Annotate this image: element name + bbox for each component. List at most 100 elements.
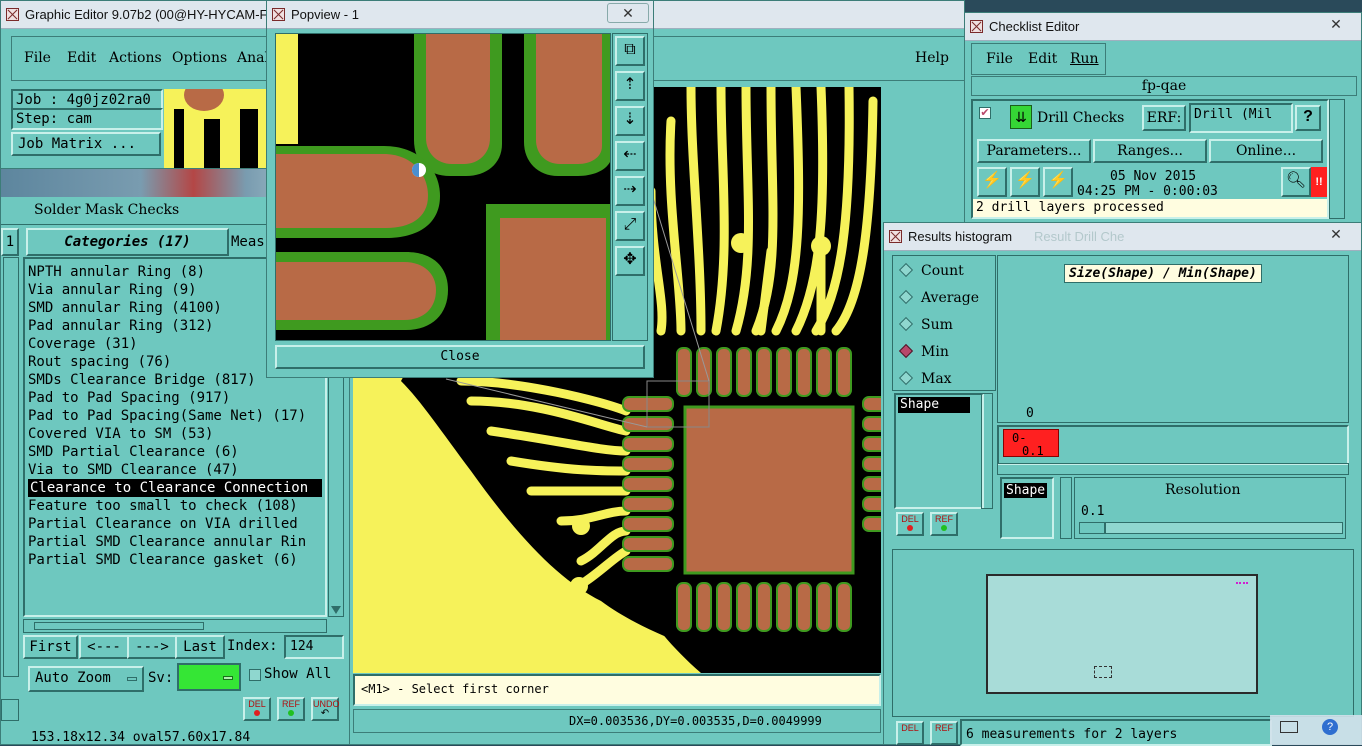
- shape-field[interactable]: Shape: [1000, 477, 1054, 539]
- radio-sum[interactable]: Sum: [898, 316, 953, 333]
- checklist-scrollbar[interactable]: [1329, 99, 1345, 219]
- zoom-out-icon[interactable]: ✥: [615, 246, 645, 276]
- left-scrollbar-v[interactable]: [3, 257, 19, 677]
- category-item[interactable]: NPTH annular Ring (8): [28, 263, 205, 281]
- category-item[interactable]: SMDs Clearance Bridge (817): [28, 371, 256, 389]
- app-icon: [889, 230, 902, 243]
- radio-min[interactable]: Min: [898, 343, 949, 360]
- app-icon: [970, 20, 983, 33]
- resolution-slider[interactable]: [1079, 522, 1343, 534]
- erf-field[interactable]: Drill (Mil: [1189, 103, 1293, 133]
- zoom-results-icon[interactable]: 🔍︎: [1281, 167, 1311, 197]
- checklist-titlebar: Checklist Editor ✕: [965, 13, 1361, 41]
- slider-thumb[interactable]: [1080, 523, 1106, 533]
- histogram-del-button[interactable]: DEL: [896, 512, 924, 536]
- shape-field-scrollbar[interactable]: [1060, 477, 1072, 539]
- checklist-menu-run[interactable]: Run: [1070, 51, 1099, 67]
- check-enabled-checkbox[interactable]: ✔: [979, 107, 991, 119]
- auto-zoom-dropdown[interactable]: Auto Zoom: [28, 666, 144, 692]
- resolution-value: 0.1: [1081, 504, 1105, 519]
- tab-meas[interactable]: Meas: [231, 234, 265, 250]
- help-button[interactable]: ?: [1295, 105, 1321, 131]
- run-all-icon[interactable]: ⚡: [1010, 167, 1040, 197]
- checklist-menu-edit[interactable]: Edit: [1028, 51, 1057, 67]
- del-button[interactable]: DEL: [243, 697, 271, 721]
- ranges-button[interactable]: Ranges...: [1093, 139, 1207, 163]
- undo-button[interactable]: UNDO ↶: [311, 697, 340, 721]
- radio-max[interactable]: Max: [898, 370, 952, 387]
- zoom-fit-icon[interactable]: ⧉: [615, 36, 645, 66]
- shape-list-scrollbar[interactable]: [981, 393, 993, 509]
- parameters-button[interactable]: Parameters...: [977, 139, 1091, 163]
- footer-del-button[interactable]: DEL: [896, 721, 924, 745]
- popview-close-button[interactable]: Close: [275, 345, 645, 369]
- menu-actions[interactable]: Actions: [109, 50, 162, 66]
- menu-options[interactable]: Options: [172, 50, 227, 66]
- layer-thumbnail: [164, 89, 269, 169]
- last-button[interactable]: Last: [175, 635, 225, 659]
- menu-analysis[interactable]: Anal: [237, 50, 269, 66]
- tab-categories[interactable]: Categories (17): [26, 228, 229, 256]
- histogram-bar[interactable]: 0- 0.1: [1003, 429, 1059, 458]
- check-status: 2 drill layers processed: [973, 199, 1327, 217]
- next-button[interactable]: --->: [127, 635, 177, 659]
- check-row: ✔ ⇊ Drill Checks ERF: Drill (Mil ? Param…: [971, 99, 1329, 219]
- ref-button[interactable]: REF: [277, 697, 305, 721]
- category-item[interactable]: Covered VIA to SM (53): [28, 425, 213, 443]
- category-item[interactable]: Via to SMD Clearance (47): [28, 461, 239, 479]
- category-item[interactable]: Pad to Pad Spacing (917): [28, 389, 230, 407]
- category-item[interactable]: Partial SMD Clearance annular Rin: [28, 533, 306, 551]
- category-item[interactable]: Clearance to Clearance Connection: [28, 479, 322, 497]
- left-stub-tab[interactable]: 1: [1, 228, 19, 256]
- radio-diamond-icon: [898, 370, 914, 386]
- category-item[interactable]: SMD annular Ring (4100): [28, 299, 222, 317]
- pan-right-icon[interactable]: ⇢: [615, 176, 645, 206]
- histogram-close-x-icon[interactable]: ✕: [1315, 225, 1357, 245]
- category-item[interactable]: Partial Clearance on VIA drilled: [28, 515, 298, 533]
- shape-list[interactable]: Shape: [894, 393, 984, 509]
- radio-average[interactable]: Average: [898, 289, 979, 306]
- job-matrix-button[interactable]: Job Matrix ...: [11, 132, 161, 156]
- app-icon: [6, 8, 19, 21]
- sv-color-dropdown[interactable]: [177, 663, 241, 691]
- menu-edit[interactable]: Edit: [67, 50, 96, 66]
- menu-help[interactable]: Help: [915, 50, 949, 66]
- category-item[interactable]: SMD Partial Clearance (6): [28, 443, 239, 461]
- shape-list-item[interactable]: Shape: [898, 397, 970, 413]
- checklist-name-bar: fp-qae: [971, 76, 1357, 96]
- erf-button[interactable]: ERF:: [1142, 105, 1186, 131]
- checklist-close-x-icon[interactable]: ✕: [1315, 15, 1357, 35]
- popview-canvas[interactable]: [275, 33, 611, 341]
- show-all-checkbox[interactable]: [249, 669, 261, 681]
- index-field[interactable]: 124: [284, 635, 344, 659]
- help-circle-icon[interactable]: ?: [1322, 719, 1338, 735]
- zoom-in-icon[interactable]: ⤢: [615, 211, 645, 241]
- popview-close-x-icon[interactable]: ✕: [607, 3, 649, 23]
- app-icon: [272, 8, 285, 21]
- footer-ref-button[interactable]: REF: [930, 721, 958, 745]
- category-item[interactable]: Partial SMD Clearance gasket (6): [28, 551, 298, 569]
- pan-up-icon[interactable]: ⇡: [615, 71, 645, 101]
- category-item[interactable]: Pad to Pad Spacing(Same Net) (17): [28, 407, 306, 425]
- prev-button[interactable]: <---: [79, 635, 129, 659]
- histogram-scrollbar-h[interactable]: [997, 463, 1349, 475]
- radio-count[interactable]: Count: [898, 262, 964, 279]
- category-item[interactable]: Feature too small to check (108): [28, 497, 298, 515]
- category-item[interactable]: Rout spacing (76): [28, 353, 171, 371]
- checklist-menu-file[interactable]: File: [986, 51, 1013, 67]
- menu-file[interactable]: File: [24, 50, 51, 66]
- run-next-icon[interactable]: ⚡: [1043, 167, 1073, 197]
- checklist-name: fp-qae: [1141, 78, 1187, 94]
- pan-left-icon[interactable]: ⇠: [615, 141, 645, 171]
- category-item[interactable]: Pad annular Ring (312): [28, 317, 213, 335]
- category-item[interactable]: Coverage (31): [28, 335, 138, 353]
- scroll-down-arrow-icon[interactable]: [331, 606, 341, 614]
- histogram-bars: 0- 0.1: [997, 425, 1349, 465]
- category-item[interactable]: Via annular Ring (9): [28, 281, 197, 299]
- first-button[interactable]: First: [23, 635, 78, 659]
- pan-down-icon[interactable]: ⇣: [615, 106, 645, 136]
- run-icon[interactable]: ⚡: [977, 167, 1007, 197]
- list-scrollbar-h[interactable]: [23, 619, 327, 633]
- online-button[interactable]: Online...: [1209, 139, 1323, 163]
- histogram-ref-button[interactable]: REF: [930, 512, 958, 536]
